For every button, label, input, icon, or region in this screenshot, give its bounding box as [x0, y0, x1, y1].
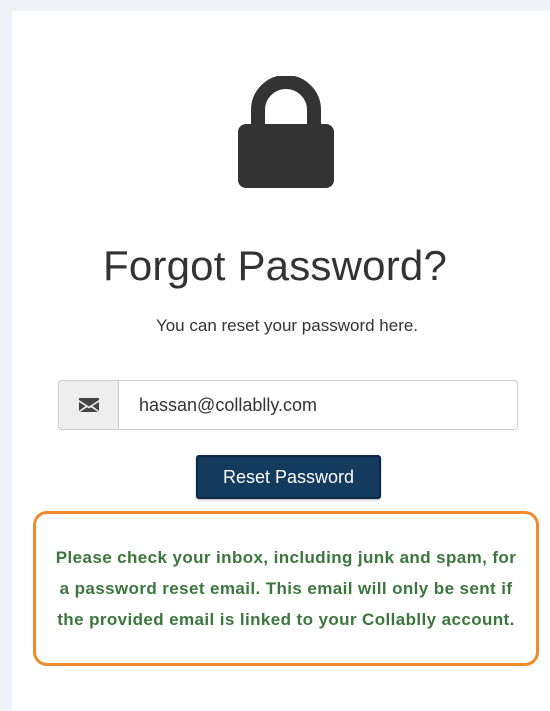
notice-message: Please check your inbox, including junk … — [55, 548, 517, 629]
email-field[interactable] — [118, 380, 518, 430]
lock-icon — [238, 76, 334, 188]
page-title: Forgot Password? — [102, 242, 448, 289]
reset-password-button[interactable]: Reset Password — [196, 455, 381, 499]
page-subtitle: You can reset your password here. — [155, 316, 419, 335]
email-input-group — [58, 380, 518, 430]
envelope-icon — [58, 380, 118, 430]
notice-box: Please check your inbox, including junk … — [33, 511, 539, 666]
